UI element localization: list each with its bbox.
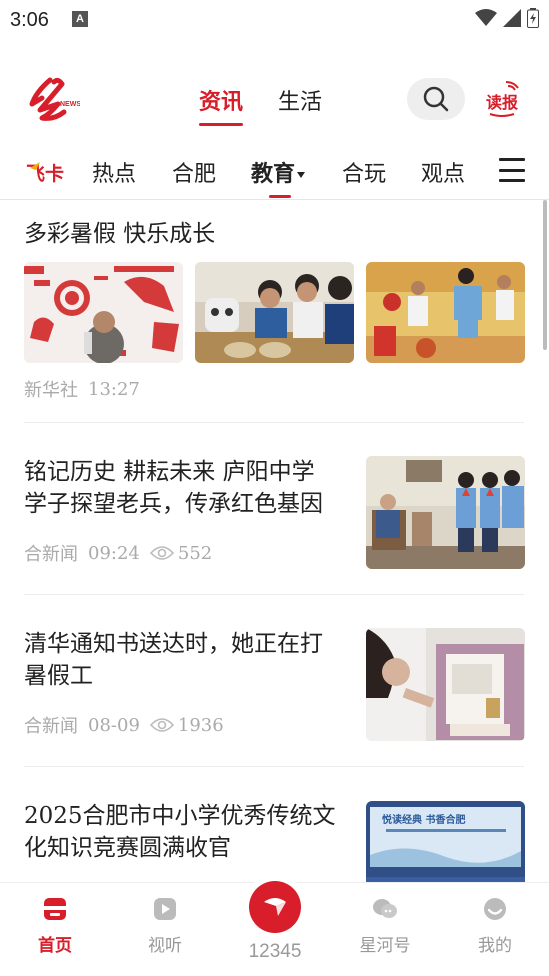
channel-education-label: 教育: [251, 162, 296, 187]
profile-icon: [484, 898, 506, 920]
article-time: 13:27: [88, 378, 140, 400]
read-newspaper-button[interactable]: 读报: [484, 78, 522, 118]
article-meta: 新华社 13:27: [24, 376, 140, 402]
article-source: 合新闻: [24, 544, 78, 565]
read-label: 读报: [486, 93, 518, 112]
article-image[interactable]: [195, 262, 354, 363]
eye-icon: [149, 718, 174, 732]
search-icon: [423, 86, 449, 112]
channel-menu-button[interactable]: [499, 158, 525, 182]
nav-xinghe-label: 星河号: [359, 936, 411, 956]
basketball-image: [366, 262, 525, 363]
signal-icon: [503, 9, 521, 27]
article-title[interactable]: 2025合肥市中小学优秀传统文 化知识竞赛圆满收官: [24, 800, 336, 864]
channel-bar: 飞卡 热点 合肥 教育 合玩 观点: [0, 150, 549, 198]
nav-mine[interactable]: 我的: [455, 895, 535, 956]
eye-icon: [149, 546, 174, 560]
chat-bubbles-icon: [373, 899, 397, 918]
nav-xinghe[interactable]: 星河号: [345, 895, 425, 956]
article-time: 08-09: [88, 714, 140, 736]
home-icon: [44, 898, 66, 920]
status-icons: [475, 8, 539, 28]
menu-icon: [499, 158, 525, 161]
feika-label: 飞卡: [26, 162, 64, 185]
article-source: 新华社: [24, 380, 78, 401]
feika-logo[interactable]: 飞卡: [26, 158, 74, 186]
view-count: 552: [149, 542, 213, 564]
article-thumbnail[interactable]: [366, 456, 525, 569]
channel-opinion[interactable]: 观点: [421, 156, 465, 188]
menu-icon-line: [499, 179, 525, 182]
tab-life-label: 生活: [278, 90, 323, 115]
nav-home-label: 首页: [38, 936, 72, 956]
article-title[interactable]: 多彩暑假 快乐成长: [24, 218, 215, 250]
article-title-line: 化知识竞赛圆满收官: [24, 835, 231, 861]
send-icon: [264, 898, 286, 916]
article-title-line: 铭记历史 耕耘未来 庐阳中学: [24, 459, 315, 485]
divider: [24, 422, 524, 423]
channel-hewan[interactable]: 合玩: [342, 156, 386, 188]
article-thumbnail[interactable]: 悦读经典 书香合肥: [366, 801, 525, 882]
contest-stage-image: 悦读经典 书香合肥: [366, 801, 525, 882]
svg-text:NEWS: NEWS: [60, 101, 80, 108]
papercut-image: [24, 262, 183, 363]
nav-video[interactable]: 视听: [125, 895, 205, 956]
article-title[interactable]: 铭记历史 耕耘未来 庐阳中学 学子探望老兵，传承红色基因: [24, 456, 323, 520]
tab-active-indicator: [199, 123, 244, 126]
article-title[interactable]: 清华通知书送达时，她正在打 暑假工: [24, 628, 323, 692]
status-time: 3:06: [10, 9, 49, 31]
status-bar: 3:06 A: [0, 0, 549, 40]
hotline-12345-button[interactable]: [249, 881, 301, 933]
article-title-line: 暑假工: [24, 663, 93, 689]
tab-life[interactable]: 生活: [268, 84, 332, 116]
channel-hot[interactable]: 热点: [92, 156, 136, 188]
channel-education[interactable]: 教育: [251, 156, 306, 198]
article-meta: 合新闻 09:24 552: [24, 540, 212, 566]
veteran-visit-image: [366, 456, 525, 569]
article-thumbnail[interactable]: [366, 628, 525, 741]
notification-icon: A: [72, 11, 88, 27]
article-source: 合新闻: [24, 716, 78, 737]
article-image[interactable]: [24, 262, 183, 363]
search-button[interactable]: [407, 78, 465, 120]
view-count-value: 552: [177, 542, 213, 564]
hotline-12345-label[interactable]: 12345: [235, 941, 315, 963]
battery-icon: [527, 8, 539, 28]
article-image[interactable]: [366, 262, 525, 363]
channel-hefei[interactable]: 合肥: [172, 156, 216, 188]
admission-letter-image: [366, 628, 525, 741]
wifi-icon: [475, 9, 497, 26]
article-time: 09:24: [88, 542, 140, 564]
students-robot-image: [195, 262, 354, 363]
newspaper-icon: 读报: [486, 81, 519, 117]
divider: [24, 594, 524, 595]
nav-home[interactable]: 首页: [15, 895, 95, 956]
tab-news[interactable]: 资讯: [189, 84, 253, 126]
view-count: 1936: [149, 714, 224, 736]
tab-news-label: 资讯: [199, 90, 244, 115]
chevron-down-icon: [297, 172, 306, 178]
divider: [24, 766, 524, 767]
nav-video-label: 视听: [148, 936, 182, 956]
bottom-nav: 首页 视听 12345 星河号 我的: [0, 881, 549, 976]
article-title-line: 2025合肥市中小学优秀传统文: [24, 803, 336, 829]
play-icon: [154, 898, 176, 920]
view-count-value: 1936: [177, 714, 224, 736]
app-logo: NEWS: [29, 77, 80, 121]
menu-icon-line: [499, 168, 525, 172]
channel-active-indicator: [269, 195, 291, 198]
article-meta: 合新闻 08-09 1936: [24, 712, 224, 738]
top-header: NEWS 资讯 生活 读报: [0, 70, 549, 130]
article-title-line: 学子探望老兵，传承红色基因: [24, 491, 323, 517]
news-feed[interactable]: 多彩暑假 快乐成长 新华社 13:27 铭记历史 耕耘未来 庐阳中学 学子探望老…: [0, 200, 549, 882]
thumb-banner-text: 悦读经典 书香合肥: [382, 813, 465, 826]
article-title-line: 清华通知书送达时，她正在打: [24, 631, 323, 657]
scrollbar[interactable]: [543, 200, 547, 350]
nav-mine-label: 我的: [478, 936, 512, 956]
